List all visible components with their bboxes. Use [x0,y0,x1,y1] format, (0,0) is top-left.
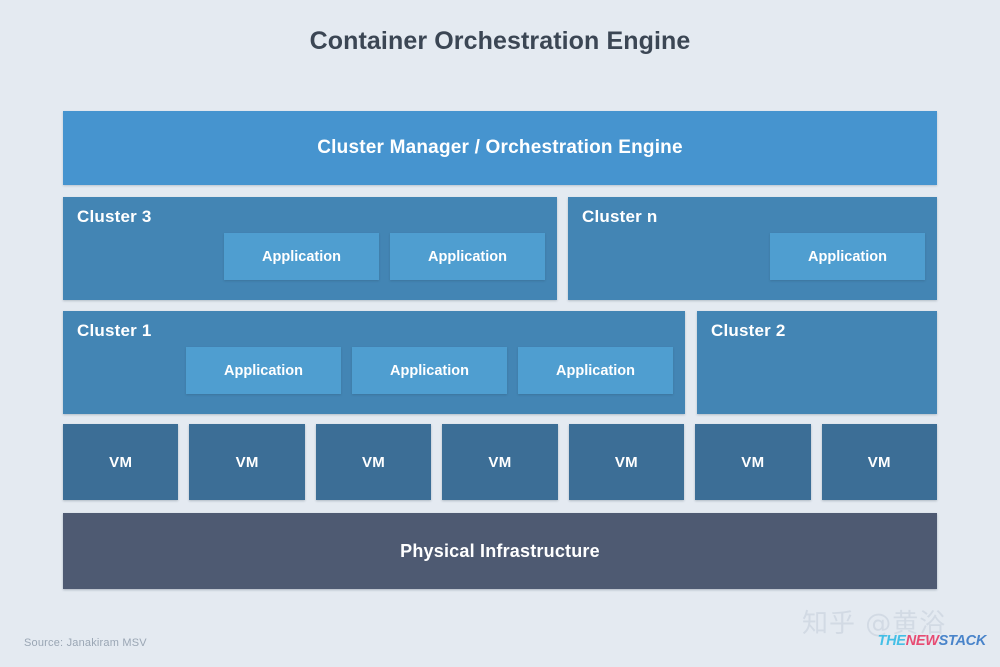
vm-label: VM [109,453,133,471]
vm-box[interactable]: VM [695,424,811,500]
cluster-box-2[interactable]: Cluster 2 [697,311,937,414]
application-box[interactable]: Application [352,347,507,394]
vm-box[interactable]: VM [568,424,685,500]
page-title: Container Orchestration Engine [309,27,691,55]
application-label: Application [808,248,887,265]
application-label: Application [428,248,507,265]
cluster-row-bottom: Cluster 1 Application Application Applic… [63,311,937,414]
vm-label: VM [614,453,638,471]
diagram-canvas: Container Orchestration Engine Cluster M… [0,0,1000,667]
cluster-title: Cluster 1 [77,321,152,340]
thenewstack-logo: THENEWSTACK [877,633,987,649]
application-label: Application [262,248,341,265]
application-box[interactable]: Application [224,233,379,280]
cluster-title: Cluster n [582,207,658,226]
application-label: Application [556,362,635,379]
cluster-box-3[interactable]: Cluster 3 Application Application [63,197,557,300]
vm-label: VM [488,453,512,471]
source-attribution: Source: Janakiram MSV [24,637,147,649]
orchestration-engine-layer: Cluster Manager / Orchestration Engine [63,111,937,185]
application-strip: Application [568,233,937,300]
application-label: Application [224,362,303,379]
cluster-title: Cluster 2 [711,321,786,340]
application-box[interactable]: Application [390,233,545,280]
vm-box[interactable]: VM [442,424,558,500]
physical-infrastructure-layer: Physical Infrastructure [63,513,937,589]
application-strip: Application Application [63,233,557,300]
cluster-row-top: Cluster 3 Application Application Cluste… [63,197,937,300]
logo-part-new: NEW [905,633,939,649]
orchestration-engine-label: Cluster Manager / Orchestration Engine [317,137,683,158]
vm-box[interactable]: VM [821,424,937,500]
application-box[interactable]: Application [518,347,673,394]
logo-part-stack: STACK [938,633,987,649]
vm-label: VM [235,453,259,471]
layout-gap [557,197,568,300]
vm-label: VM [867,453,891,471]
vm-label: VM [741,453,765,471]
layout-gap [685,311,697,414]
vm-box[interactable]: VM [63,424,179,500]
vm-label: VM [362,453,386,471]
branding-block: 知乎 @黄浴 THENEWSTACK [802,603,988,655]
cluster-title: Cluster 3 [77,207,152,226]
physical-infrastructure-label: Physical Infrastructure [400,540,600,561]
application-box[interactable]: Application [186,347,341,394]
logo-part-the: THE [877,633,906,649]
cluster-box-n[interactable]: Cluster n Application [568,197,937,300]
virtual-machine-layer: VM VM VM VM VM VM VM [63,424,937,500]
vm-box[interactable]: VM [315,424,432,500]
cluster-box-1[interactable]: Cluster 1 Application Application Applic… [63,311,685,414]
application-strip: Application Application Application [63,347,685,414]
vm-box[interactable]: VM [189,424,305,500]
application-box[interactable]: Application [770,233,925,280]
application-label: Application [390,362,469,379]
